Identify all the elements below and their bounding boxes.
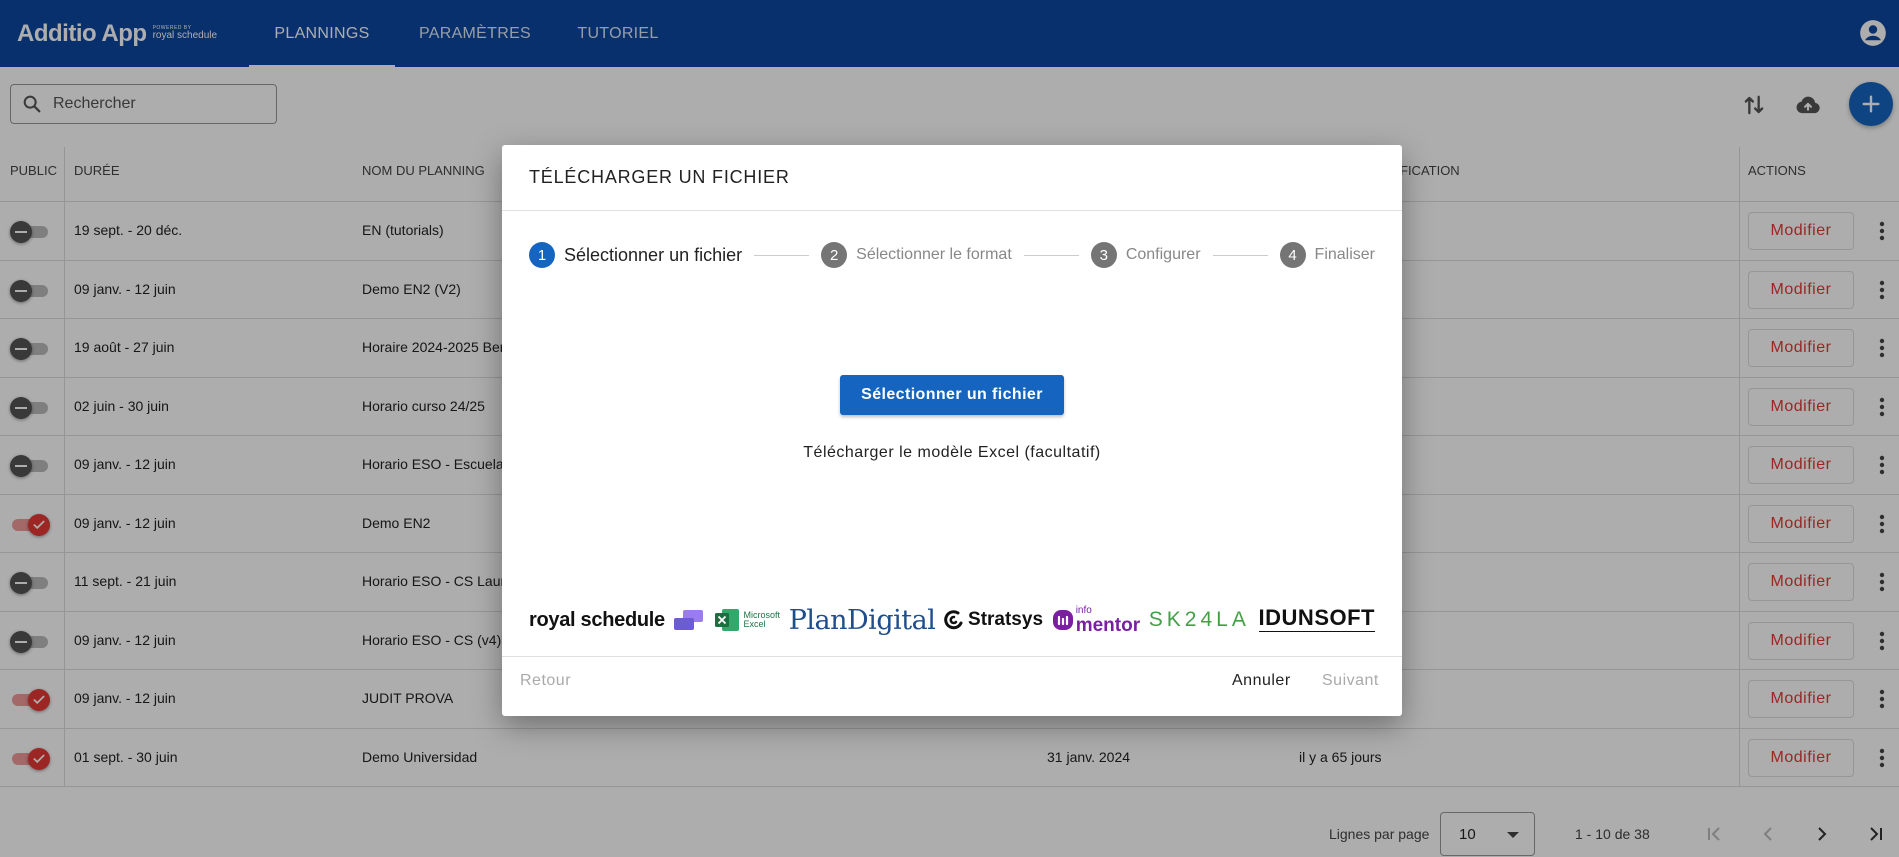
upload-file-dialog: TÉLÉCHARGER UN FICHIER 1 Sélectionner un… <box>502 145 1402 716</box>
excel-icon <box>714 609 739 631</box>
step-connector <box>1212 254 1268 256</box>
step-label: Sélectionner un fichier <box>564 244 743 265</box>
step-select-file[interactable]: 1 Sélectionner un fichier <box>529 242 742 268</box>
cancel-button[interactable]: Annuler <box>1232 672 1291 690</box>
microsoft-excel-logo: Microsoft Excel <box>714 608 780 632</box>
step-configure[interactable]: 3 Configurer <box>1090 242 1201 268</box>
step-number: 3 <box>1090 242 1117 268</box>
stratsys-mark-icon <box>944 610 963 630</box>
step-label: Finaliser <box>1314 246 1376 263</box>
step-number: 4 <box>1279 242 1306 268</box>
supported-formats-logos: royal schedule Microsoft Excel PlanDigit… <box>529 603 1375 637</box>
infomentor-logo: info mentor <box>1052 605 1140 635</box>
stratsys-logo: Stratsys <box>944 609 1043 631</box>
step-connector <box>754 254 810 256</box>
back-button[interactable]: Retour <box>520 672 571 690</box>
royal-schedule-logo: royal schedule <box>529 609 705 632</box>
dialog-footer-divider <box>502 656 1402 657</box>
step-label: Configurer <box>1125 246 1201 263</box>
plandigital-logo: PlanDigital <box>788 604 936 636</box>
step-label: Sélectionner le format <box>856 246 1012 263</box>
dialog-header-divider <box>502 210 1402 211</box>
step-number: 2 <box>821 242 848 268</box>
infomentor-mark-icon <box>1052 610 1073 630</box>
skola24-logo: SK24LA <box>1148 608 1250 631</box>
step-number: 1 <box>529 242 555 268</box>
idunsoft-logo: IDUNSOFT <box>1258 606 1375 634</box>
step-finalize[interactable]: 4 Finaliser <box>1279 242 1376 268</box>
select-file-button[interactable]: Sélectionner un fichier <box>840 375 1064 415</box>
step-select-format[interactable]: 2 Sélectionner le format <box>821 242 1012 268</box>
royal-schedule-mark-icon <box>673 610 703 630</box>
download-template-link[interactable]: Télécharger le modèle Excel (facultatif) <box>502 444 1402 462</box>
next-button[interactable]: Suivant <box>1322 672 1379 690</box>
upload-stepper: 1 Sélectionner un fichier 2 Sélectionner… <box>529 240 1375 270</box>
dialog-title: TÉLÉCHARGER UN FICHIER <box>529 167 790 187</box>
step-connector <box>1023 254 1079 256</box>
